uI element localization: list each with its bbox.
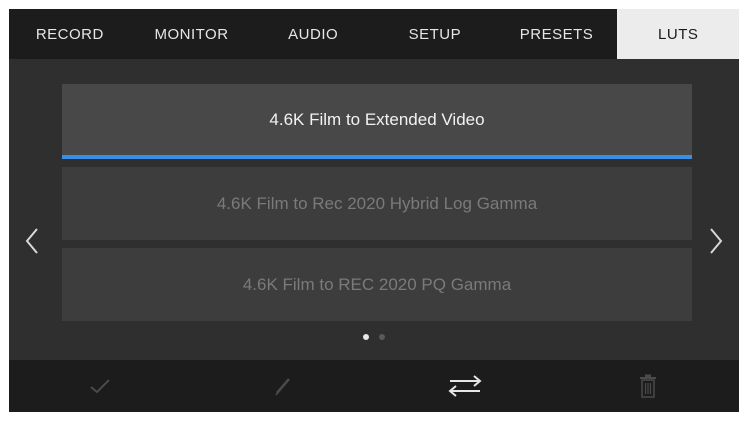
tab-monitor[interactable]: MONITOR [131, 9, 253, 59]
trash-icon [639, 374, 656, 398]
lut-list: 4.6K Film to Extended Video 4.6K Film to… [62, 84, 692, 321]
delete-lut-button[interactable] [557, 360, 740, 412]
tab-luts[interactable]: LUTS [617, 9, 739, 59]
tab-record[interactable]: RECORD [9, 9, 131, 59]
chevron-right-icon [710, 228, 723, 254]
rename-lut-button[interactable] [192, 360, 375, 412]
transfer-arrows-icon [448, 375, 482, 397]
lut-item-selected[interactable]: 4.6K Film to Extended Video [62, 84, 692, 159]
chevron-left-icon [25, 228, 38, 254]
lut-item[interactable]: 4.6K Film to Rec 2020 Hybrid Log Gamma [62, 167, 692, 240]
page-indicator [9, 334, 739, 340]
camera-screen: RECORD MONITOR AUDIO SETUP PRESETS LUTS … [9, 9, 739, 412]
checkmark-icon [90, 379, 110, 394]
import-export-lut-button[interactable] [374, 360, 557, 412]
bottom-toolbar [9, 360, 739, 412]
pencil-icon [275, 378, 290, 396]
next-page-button[interactable] [705, 224, 727, 258]
page-dot-active [363, 334, 369, 340]
menu-tabs: RECORD MONITOR AUDIO SETUP PRESETS LUTS [9, 9, 739, 59]
previous-page-button[interactable] [21, 224, 43, 258]
apply-lut-button[interactable] [9, 360, 192, 412]
tab-presets[interactable]: PRESETS [496, 9, 618, 59]
lut-item[interactable]: 4.6K Film to REC 2020 PQ Gamma [62, 248, 692, 321]
page-dot [379, 334, 385, 340]
tab-setup[interactable]: SETUP [374, 9, 496, 59]
luts-panel: 4.6K Film to Extended Video 4.6K Film to… [9, 59, 739, 360]
tab-audio[interactable]: AUDIO [252, 9, 374, 59]
